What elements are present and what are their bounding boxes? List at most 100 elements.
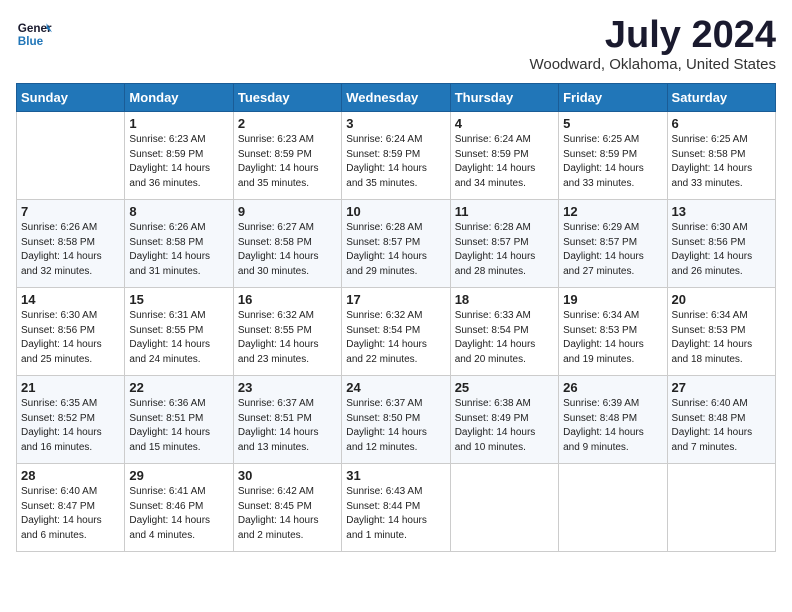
day-number: 25 <box>455 380 554 395</box>
day-number: 24 <box>346 380 445 395</box>
day-number: 19 <box>563 292 662 307</box>
day-number: 30 <box>238 468 337 483</box>
logo-icon: General Blue <box>16 16 52 52</box>
calendar-week-2: 7 Sunrise: 6:26 AM Sunset: 8:58 PM Daylig… <box>17 200 776 288</box>
day-number: 13 <box>672 204 771 219</box>
calendar-cell: 24 Sunrise: 6:37 AM Sunset: 8:50 PM Dayli… <box>342 376 450 464</box>
day-number: 3 <box>346 116 445 131</box>
day-number: 18 <box>455 292 554 307</box>
day-info: Sunrise: 6:26 AM Sunset: 8:58 PM Dayligh… <box>21 221 120 279</box>
title-block: July 2024 Woodward, Oklahoma, United Sta… <box>529 16 776 73</box>
day-info: Sunrise: 6:31 AM Sunset: 8:55 PM Dayligh… <box>129 309 228 367</box>
page-header: General Blue July 2024 Woodward, Oklahom… <box>16 16 776 73</box>
day-info: Sunrise: 6:38 AM Sunset: 8:49 PM Dayligh… <box>455 397 554 455</box>
day-number: 5 <box>563 116 662 131</box>
calendar-cell <box>559 464 667 552</box>
calendar-cell: 13 Sunrise: 6:30 AM Sunset: 8:56 PM Dayli… <box>667 200 775 288</box>
calendar-cell <box>450 464 558 552</box>
day-info: Sunrise: 6:34 AM Sunset: 8:53 PM Dayligh… <box>563 309 662 367</box>
day-header-tuesday: Tuesday <box>233 84 341 112</box>
day-header-sunday: Sunday <box>17 84 125 112</box>
day-number: 26 <box>563 380 662 395</box>
day-number: 20 <box>672 292 771 307</box>
day-number: 6 <box>672 116 771 131</box>
day-number: 11 <box>455 204 554 219</box>
day-header-wednesday: Wednesday <box>342 84 450 112</box>
day-number: 4 <box>455 116 554 131</box>
day-info: Sunrise: 6:33 AM Sunset: 8:54 PM Dayligh… <box>455 309 554 367</box>
day-info: Sunrise: 6:37 AM Sunset: 8:51 PM Dayligh… <box>238 397 337 455</box>
calendar-cell: 11Sunrise: 6:28 AM Sunset: 8:57 PM Dayli… <box>450 200 558 288</box>
calendar-cell <box>17 112 125 200</box>
day-info: Sunrise: 6:42 AM Sunset: 8:45 PM Dayligh… <box>238 485 337 543</box>
day-info: Sunrise: 6:35 AM Sunset: 8:52 PM Dayligh… <box>21 397 120 455</box>
day-info: Sunrise: 6:29 AM Sunset: 8:57 PM Dayligh… <box>563 221 662 279</box>
calendar-cell <box>667 464 775 552</box>
day-info: Sunrise: 6:23 AM Sunset: 8:59 PM Dayligh… <box>129 133 228 191</box>
day-info: Sunrise: 6:36 AM Sunset: 8:51 PM Dayligh… <box>129 397 228 455</box>
day-info: Sunrise: 6:27 AM Sunset: 8:58 PM Dayligh… <box>238 221 337 279</box>
day-info: Sunrise: 6:40 AM Sunset: 8:47 PM Dayligh… <box>21 485 120 543</box>
day-number: 17 <box>346 292 445 307</box>
day-info: Sunrise: 6:34 AM Sunset: 8:53 PM Dayligh… <box>672 309 771 367</box>
calendar-cell: 22 Sunrise: 6:36 AM Sunset: 8:51 PM Dayli… <box>125 376 233 464</box>
calendar-cell: 10Sunrise: 6:28 AM Sunset: 8:57 PM Dayli… <box>342 200 450 288</box>
day-number: 12 <box>563 204 662 219</box>
calendar-cell: 6 Sunrise: 6:25 AM Sunset: 8:58 PM Daylig… <box>667 112 775 200</box>
day-number: 15 <box>129 292 228 307</box>
calendar-cell: 28Sunrise: 6:40 AM Sunset: 8:47 PM Dayli… <box>17 464 125 552</box>
day-info: Sunrise: 6:30 AM Sunset: 8:56 PM Dayligh… <box>21 309 120 367</box>
day-number: 10 <box>346 204 445 219</box>
day-info: Sunrise: 6:43 AM Sunset: 8:44 PM Dayligh… <box>346 485 445 543</box>
calendar-cell: 9Sunrise: 6:27 AM Sunset: 8:58 PM Daylig… <box>233 200 341 288</box>
calendar-cell: 21 Sunrise: 6:35 AM Sunset: 8:52 PM Dayli… <box>17 376 125 464</box>
day-number: 31 <box>346 468 445 483</box>
calendar-cell: 30 Sunrise: 6:42 AM Sunset: 8:45 PM Dayli… <box>233 464 341 552</box>
calendar-week-3: 14 Sunrise: 6:30 AM Sunset: 8:56 PM Dayli… <box>17 288 776 376</box>
day-number: 29 <box>129 468 228 483</box>
calendar-cell: 15 Sunrise: 6:31 AM Sunset: 8:55 PM Dayli… <box>125 288 233 376</box>
day-number: 27 <box>672 380 771 395</box>
day-info: Sunrise: 6:39 AM Sunset: 8:48 PM Dayligh… <box>563 397 662 455</box>
calendar-cell: 18 Sunrise: 6:33 AM Sunset: 8:54 PM Dayli… <box>450 288 558 376</box>
day-info: Sunrise: 6:26 AM Sunset: 8:58 PM Dayligh… <box>129 221 228 279</box>
day-header-friday: Friday <box>559 84 667 112</box>
calendar-cell: 14 Sunrise: 6:30 AM Sunset: 8:56 PM Dayli… <box>17 288 125 376</box>
day-info: Sunrise: 6:37 AM Sunset: 8:50 PM Dayligh… <box>346 397 445 455</box>
calendar-cell: 12 Sunrise: 6:29 AM Sunset: 8:57 PM Dayli… <box>559 200 667 288</box>
month-title: July 2024 <box>529 16 776 54</box>
calendar-cell: 27 Sunrise: 6:40 AM Sunset: 8:48 PM Dayli… <box>667 376 775 464</box>
calendar-cell: 16Sunrise: 6:32 AM Sunset: 8:55 PM Dayli… <box>233 288 341 376</box>
day-number: 14 <box>21 292 120 307</box>
day-number: 7 <box>21 204 120 219</box>
day-number: 22 <box>129 380 228 395</box>
calendar-cell: 5 Sunrise: 6:25 AM Sunset: 8:59 PM Daylig… <box>559 112 667 200</box>
day-number: 1 <box>129 116 228 131</box>
calendar-week-5: 28Sunrise: 6:40 AM Sunset: 8:47 PM Dayli… <box>17 464 776 552</box>
day-info: Sunrise: 6:25 AM Sunset: 8:59 PM Dayligh… <box>563 133 662 191</box>
day-info: Sunrise: 6:23 AM Sunset: 8:59 PM Dayligh… <box>238 133 337 191</box>
day-info: Sunrise: 6:40 AM Sunset: 8:48 PM Dayligh… <box>672 397 771 455</box>
calendar-header-row: SundayMondayTuesdayWednesdayThursdayFrid… <box>17 84 776 112</box>
day-number: 8 <box>129 204 228 219</box>
day-number: 2 <box>238 116 337 131</box>
day-info: Sunrise: 6:24 AM Sunset: 8:59 PM Dayligh… <box>346 133 445 191</box>
day-number: 21 <box>21 380 120 395</box>
calendar-cell: 17Sunrise: 6:32 AM Sunset: 8:54 PM Dayli… <box>342 288 450 376</box>
calendar-cell: 8 Sunrise: 6:26 AM Sunset: 8:58 PM Daylig… <box>125 200 233 288</box>
day-number: 16 <box>238 292 337 307</box>
calendar-cell: 31 Sunrise: 6:43 AM Sunset: 8:44 PM Dayli… <box>342 464 450 552</box>
calendar-cell: 1 Sunrise: 6:23 AM Sunset: 8:59 PM Daylig… <box>125 112 233 200</box>
day-header-thursday: Thursday <box>450 84 558 112</box>
calendar-cell: 20 Sunrise: 6:34 AM Sunset: 8:53 PM Dayli… <box>667 288 775 376</box>
day-info: Sunrise: 6:30 AM Sunset: 8:56 PM Dayligh… <box>672 221 771 279</box>
calendar-table: SundayMondayTuesdayWednesdayThursdayFrid… <box>16 83 776 552</box>
day-info: Sunrise: 6:25 AM Sunset: 8:58 PM Dayligh… <box>672 133 771 191</box>
calendar-cell: 29Sunrise: 6:41 AM Sunset: 8:46 PM Dayli… <box>125 464 233 552</box>
day-header-saturday: Saturday <box>667 84 775 112</box>
calendar-cell: 4Sunrise: 6:24 AM Sunset: 8:59 PM Daylig… <box>450 112 558 200</box>
calendar-cell: 7 Sunrise: 6:26 AM Sunset: 8:58 PM Daylig… <box>17 200 125 288</box>
calendar-cell: 3 Sunrise: 6:24 AM Sunset: 8:59 PM Daylig… <box>342 112 450 200</box>
calendar-cell: 25 Sunrise: 6:38 AM Sunset: 8:49 PM Dayli… <box>450 376 558 464</box>
location-title: Woodward, Oklahoma, United States <box>529 56 776 73</box>
